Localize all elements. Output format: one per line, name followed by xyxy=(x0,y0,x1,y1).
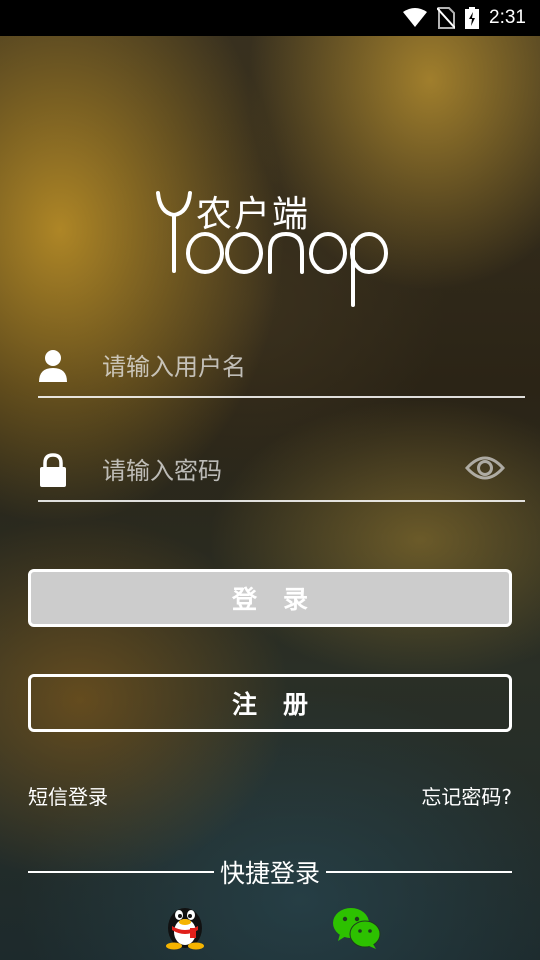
password-field xyxy=(38,440,525,502)
status-bar: 2:31 xyxy=(0,0,540,36)
wechat-icon[interactable] xyxy=(332,902,382,954)
logo-wordmark xyxy=(156,191,388,307)
divider-line-left xyxy=(28,871,214,873)
qq-icon[interactable] xyxy=(160,898,210,950)
lock-icon xyxy=(40,453,66,487)
divider-line-right xyxy=(326,871,513,873)
sms-login-link[interactable]: 短信登录 xyxy=(28,781,108,810)
no-sim-icon xyxy=(437,7,456,29)
username-field xyxy=(38,336,525,398)
eye-icon[interactable] xyxy=(465,454,505,482)
battery-charging-icon xyxy=(465,7,480,29)
quick-login-divider: 快捷登录 xyxy=(28,855,513,889)
forgot-password-link[interactable]: 忘记密码? xyxy=(421,781,512,810)
register-button[interactable]: 注册 xyxy=(28,674,512,732)
clock: 2:31 xyxy=(489,7,526,28)
wifi-icon xyxy=(403,8,428,27)
quick-login-label: 快捷登录 xyxy=(220,859,321,888)
app-logo: 农户端 xyxy=(150,185,400,310)
user-icon xyxy=(39,350,67,382)
username-input[interactable] xyxy=(100,344,464,390)
password-input[interactable] xyxy=(100,448,464,494)
login-button[interactable]: 登录 xyxy=(28,569,512,627)
